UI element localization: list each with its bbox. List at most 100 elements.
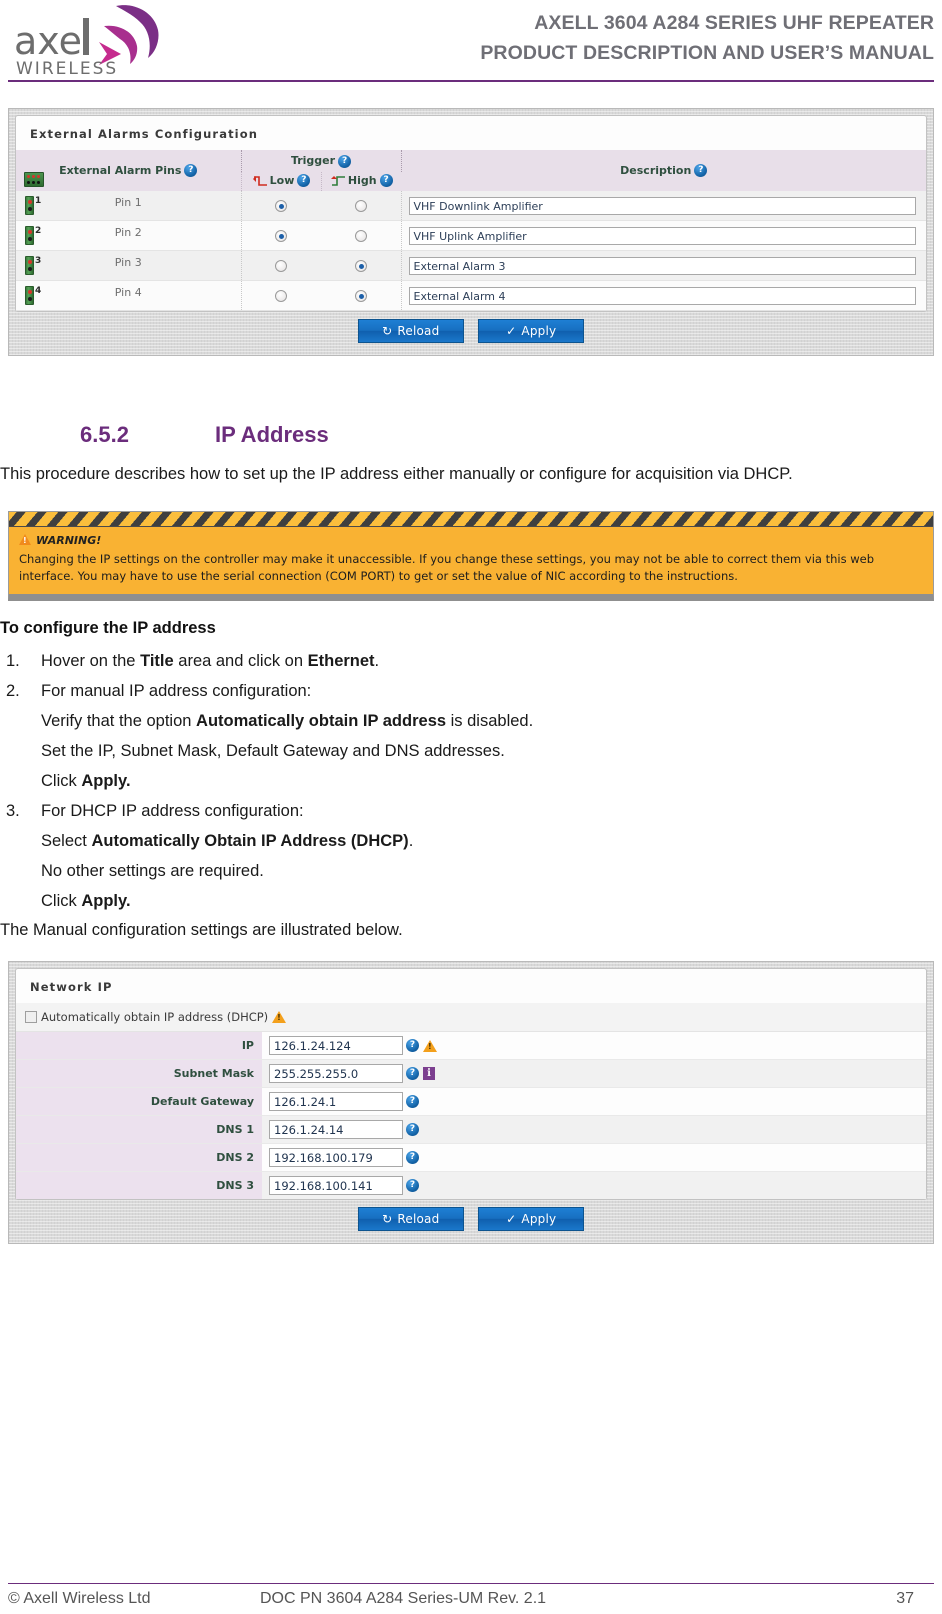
help-icon-default-gateway[interactable]: ? — [406, 1095, 419, 1108]
axell-wireless-logo: axel WIRELESS — [8, 2, 208, 80]
radio-high[interactable] — [354, 200, 367, 212]
pin-label: Pin 4 — [114, 286, 142, 299]
network-field-row: DNS 2 192.168.100.179 ? — [16, 1144, 926, 1172]
radio-low[interactable] — [275, 230, 288, 242]
warning-title-label: WARNING! — [36, 534, 102, 547]
check-icon: ✓ — [506, 324, 517, 338]
apply-button[interactable]: ✓ Apply — [478, 319, 585, 343]
description-cell[interactable]: External Alarm 3 — [401, 250, 926, 281]
section-number: 6.5.2 — [80, 422, 129, 447]
falling-edge-icon — [252, 175, 267, 186]
reload-button[interactable]: ↻ Reload — [357, 319, 464, 343]
radio-high-cell[interactable] — [321, 220, 402, 251]
procedure-steps: 1. Hover on the Title area and click on … — [0, 646, 942, 706]
header-external-alarm-pins-label: External Alarm Pins — [59, 163, 182, 177]
help-icon-trigger[interactable]: ? — [338, 154, 352, 168]
radio-high-cell[interactable] — [321, 191, 402, 221]
dhcp-checkbox-row[interactable]: Automatically obtain IP address (DHCP) — [16, 1003, 926, 1032]
help-icon-dns2[interactable]: ? — [406, 1151, 419, 1164]
warning-text: Changing the IP settings on the controll… — [19, 552, 875, 583]
description-input[interactable]: External Alarm 3 — [408, 256, 916, 275]
alarm-pin-cell: 1 Pin 1 — [16, 191, 241, 221]
warning-box: WARNING! Changing the IP settings on the… — [8, 511, 934, 601]
external-alarms-panel: External Alarms Configuration External A… — [15, 115, 927, 312]
radio-high[interactable] — [354, 290, 367, 302]
connector-block-icon — [24, 172, 44, 187]
header-description: Description? — [401, 150, 926, 191]
radio-low-cell[interactable] — [240, 280, 321, 311]
step-sub-line: Click Apply. — [41, 892, 131, 910]
svg-text:axel: axel — [14, 19, 93, 63]
step-text: Hover on the Title area and click on Eth… — [41, 652, 380, 670]
radio-high-cell[interactable] — [321, 250, 402, 281]
step-sub-line: Select Automatically Obtain IP Address (… — [41, 832, 414, 850]
header-trigger-label: Trigger — [290, 154, 336, 167]
help-icon-subnet-mask[interactable]: ? — [406, 1067, 419, 1080]
step-marker: 3. — [6, 802, 20, 820]
field-label: Subnet Mask — [16, 1060, 262, 1087]
radio-low-cell[interactable] — [240, 220, 321, 251]
header-external-alarm-pins: External Alarm Pins? — [16, 150, 241, 191]
footer-copyright: © Axell Wireless Ltd — [8, 1590, 151, 1607]
subnet-mask-input[interactable]: 255.255.255.0 — [269, 1064, 403, 1083]
help-icon-high[interactable]: ? — [379, 174, 393, 187]
info-icon-subnet-mask: i — [423, 1067, 435, 1080]
step-text: For manual IP address configuration: — [41, 682, 312, 700]
help-icon-pins[interactable]: ? — [184, 164, 198, 178]
help-icon-description[interactable]: ? — [694, 164, 708, 178]
description-cell[interactable]: VHF Downlink Amplifier — [401, 191, 926, 221]
alarms-button-bar: ↻ Reload ✓ Apply — [15, 312, 927, 349]
alarm-pin-cell: 2 Pin 2 — [16, 220, 241, 251]
reload-button-label: Reload — [397, 1212, 440, 1226]
reload-icon: ↻ — [382, 1212, 393, 1226]
radio-low[interactable] — [275, 260, 288, 272]
header-divider — [8, 80, 934, 82]
help-icon-low[interactable]: ? — [297, 174, 311, 187]
field-label: DNS 1 — [16, 1116, 262, 1143]
field-value-area: 255.255.255.0 ? i — [262, 1060, 926, 1087]
field-label: Default Gateway — [16, 1088, 262, 1115]
radio-high[interactable] — [354, 260, 367, 272]
description-input[interactable]: External Alarm 4 — [408, 286, 916, 305]
help-icon-dns3[interactable]: ? — [406, 1179, 419, 1192]
radio-high[interactable] — [354, 230, 367, 242]
network-field-row: DNS 3 192.168.100.141 ? — [16, 1172, 926, 1199]
description-input[interactable]: VHF Downlink Amplifier — [408, 196, 916, 215]
radio-high-cell[interactable] — [321, 280, 402, 311]
step-sub-line: Verify that the option Automatically obt… — [41, 712, 534, 730]
radio-low-cell[interactable] — [240, 250, 321, 281]
header-trigger-low-label: Low — [269, 173, 295, 187]
ip-input[interactable]: 126.1.24.124 — [269, 1036, 403, 1055]
field-label: DNS 2 — [16, 1144, 262, 1171]
dns2-input[interactable]: 192.168.100.179 — [269, 1148, 403, 1167]
apply-button-label: Apply — [521, 324, 557, 338]
apply-button[interactable]: ✓ Apply — [478, 1207, 585, 1231]
dhcp-checkbox[interactable] — [25, 1011, 37, 1023]
dns3-input[interactable]: 192.168.100.141 — [269, 1176, 403, 1195]
step-sub-line: Click Apply. — [41, 772, 131, 790]
list-item: 2. For manual IP address configuration: — [0, 676, 942, 706]
default-gateway-input[interactable]: 126.1.24.1 — [269, 1092, 403, 1111]
step-sub-line: Set the IP, Subnet Mask, Default Gateway… — [41, 742, 505, 760]
description-cell[interactable]: VHF Uplink Amplifier — [401, 220, 926, 251]
description-cell[interactable]: External Alarm 4 — [401, 280, 926, 311]
pin-label: Pin 2 — [114, 226, 142, 239]
description-input[interactable]: VHF Uplink Amplifier — [408, 226, 916, 245]
reload-button[interactable]: ↻ Reload — [357, 1207, 464, 1231]
page-header: axel WIRELESS AXELL 3604 A284 SERIES UHF… — [0, 0, 942, 84]
external-alarms-rows: 1 Pin 1 VHF Downlink Amplifier 2 Pin 2 V… — [16, 191, 926, 311]
help-icon-dns1[interactable]: ? — [406, 1123, 419, 1136]
field-label: DNS 3 — [16, 1172, 262, 1199]
page-title: 6.5.2 IP Address — [0, 422, 942, 448]
reload-icon: ↻ — [382, 324, 393, 338]
table-row: 2 Pin 2 VHF Uplink Amplifier — [16, 220, 926, 251]
radio-low-cell[interactable] — [240, 191, 321, 221]
external-alarms-panel-title: External Alarms Configuration — [30, 127, 258, 141]
dns1-input[interactable]: 126.1.24.14 — [269, 1120, 403, 1139]
svg-text:WIRELESS: WIRELESS — [16, 59, 118, 79]
help-icon-ip[interactable]: ? — [406, 1039, 419, 1052]
step-marker: 1. — [6, 652, 20, 670]
radio-low[interactable] — [275, 200, 288, 212]
radio-low[interactable] — [275, 290, 288, 302]
pin-label: Pin 3 — [114, 256, 142, 269]
